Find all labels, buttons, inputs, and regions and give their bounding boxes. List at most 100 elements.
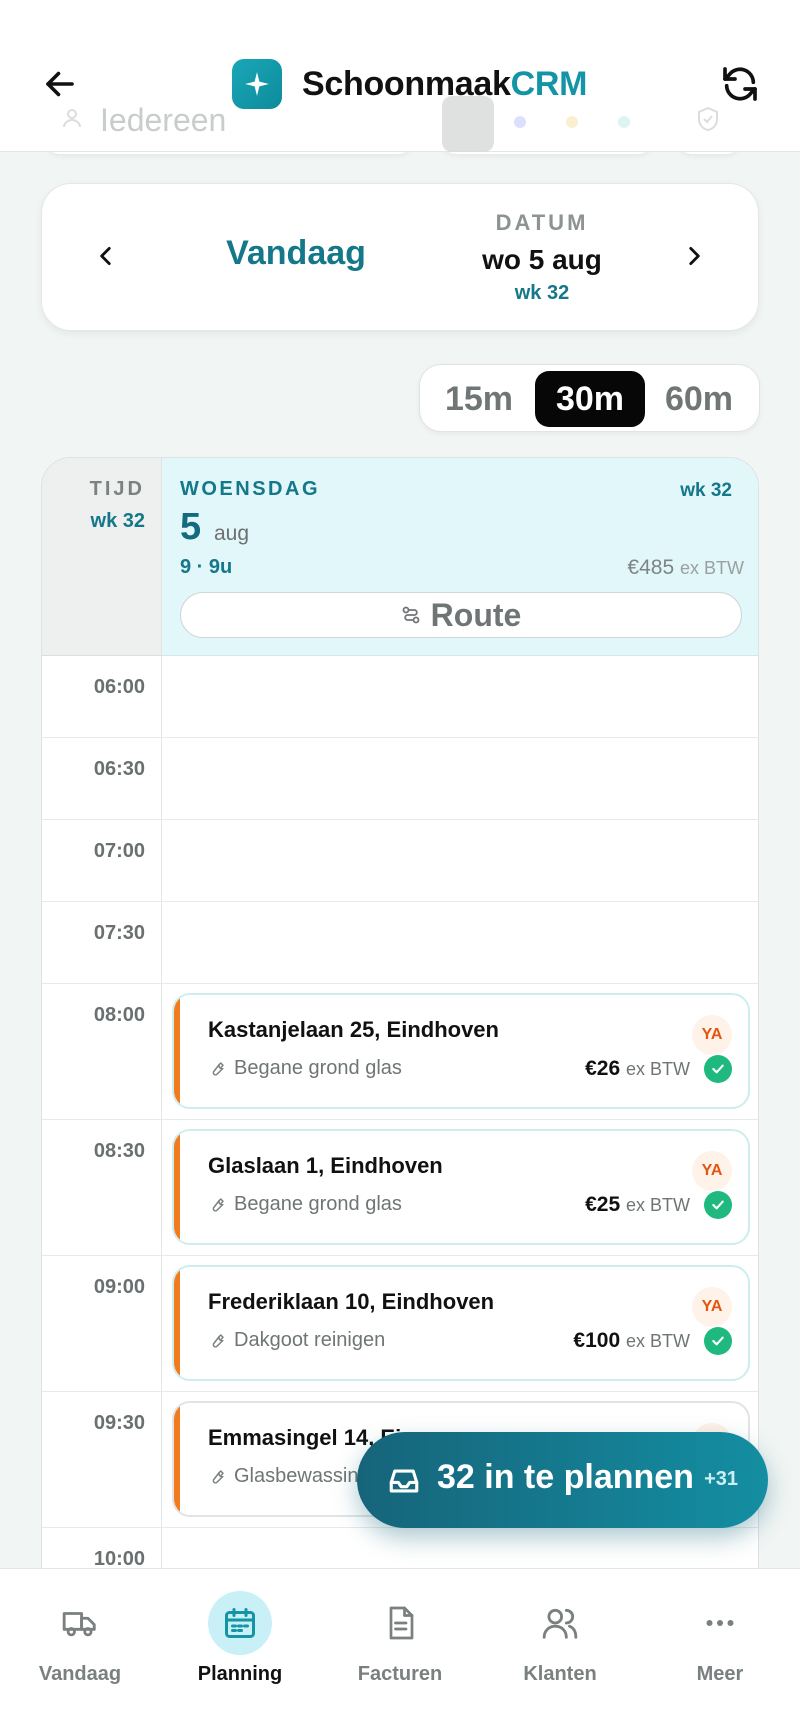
nav-facturen[interactable]: Facturen [320, 1591, 480, 1711]
appointment-service-label: Begane grond glas [234, 1057, 402, 1079]
nav-klanten[interactable]: Klanten [480, 1591, 640, 1711]
app-logo: SchoonmaakCRM [232, 58, 587, 110]
day-total-suffix: ex BTW [679, 558, 744, 578]
assignee-badge: YA [692, 1151, 732, 1191]
time-header-label: TIJD [89, 478, 145, 500]
people-filter-label: Iedereen [100, 102, 227, 138]
appointment-card[interactable]: Kastanjelaan 25, Eindhoven Begane grond … [172, 993, 750, 1109]
appointment-price: €26 ex BTW [585, 1057, 690, 1081]
time-cell: 06:30 [42, 738, 162, 819]
appointment-color-bar [174, 1131, 180, 1243]
appointment-address: Kastanjelaan 25, Eindhoven [208, 1017, 499, 1042]
check-icon [704, 1191, 732, 1219]
today-button[interactable]: Vandaag [187, 234, 405, 273]
appointment-service: Begane grond glas [208, 1057, 402, 1080]
appointment-address: Frederiklaan 10, Eindhoven [208, 1289, 495, 1314]
nav-meer[interactable]: Meer [640, 1591, 800, 1711]
day-calendar: TIJD wk 32 WOENSDAG wk 32 5 aug 9 · 9u €… [41, 457, 759, 1720]
price-amount: €26 [585, 1057, 621, 1080]
bottom-navigation: Vandaag Planning Facturen Klanten Meer [0, 1568, 800, 1720]
day-name: WOENSDAG [180, 478, 320, 500]
color-dot-yellow [566, 116, 578, 128]
calendar-icon [208, 1591, 272, 1655]
time-label: 09:00 [93, 1276, 145, 1298]
time-cell: 06:00 [42, 656, 162, 737]
chevron-left-icon [100, 247, 111, 265]
assignee-badge: YA [692, 1287, 732, 1327]
appointment-card[interactable]: Frederiklaan 10, Eindhoven Dakgoot reini… [172, 1265, 750, 1381]
users-icon [528, 1591, 592, 1655]
nav-vandaag[interactable]: Vandaag [0, 1591, 160, 1711]
price-amount: €100 [573, 1329, 621, 1352]
brand-accent: CRM [510, 64, 588, 103]
appointment-service: Glasbewassin [208, 1465, 359, 1488]
time-cell: 07:30 [42, 902, 162, 983]
color-dot-blue [514, 116, 526, 128]
appointment-service-label: Glasbewassin [234, 1465, 359, 1487]
route-button[interactable]: Route [180, 592, 742, 638]
appointment-color-bar [174, 1403, 180, 1515]
time-column-header: TIJD wk 32 [42, 458, 162, 656]
slot-30m-option[interactable]: 30m [535, 371, 645, 427]
nav-label: Vandaag [38, 1663, 122, 1685]
time-label: 08:00 [93, 1004, 145, 1026]
date-label: DATUM [495, 210, 589, 235]
unplanned-jobs-extra: +31 [704, 1468, 738, 1490]
slot-size-selector: 15m 30m 60m [419, 364, 760, 432]
check-icon [704, 1327, 732, 1355]
day-week: wk 32 [680, 480, 732, 501]
check-icon [704, 1055, 732, 1083]
appointment-address: Glaslaan 1, Eindhoven [208, 1153, 443, 1178]
price-amount: €25 [585, 1193, 621, 1216]
appointment-service: Begane grond glas [208, 1193, 402, 1216]
wrench-icon [212, 1197, 224, 1212]
wrench-icon [212, 1061, 224, 1076]
nav-label: Klanten [523, 1663, 597, 1685]
wrench-icon [212, 1333, 224, 1348]
time-cell: 08:00 [42, 984, 162, 1119]
next-day-button[interactable] [672, 234, 716, 278]
time-label: 06:30 [93, 758, 145, 780]
appointment-card[interactable]: Glaslaan 1, Eindhoven Begane grond glas … [172, 1129, 750, 1245]
day-number: 5 [180, 506, 202, 548]
slot-15m-option[interactable]: 15m [424, 371, 534, 427]
appointment-color-bar [174, 1267, 180, 1379]
arrow-left-icon [46, 71, 74, 97]
time-row: 07:30 [42, 902, 758, 984]
price-suffix: ex BTW [625, 1059, 690, 1079]
day-column-header: WOENSDAG wk 32 5 aug 9 · 9u €485 ex BTW … [162, 458, 758, 656]
previous-day-button[interactable] [84, 234, 128, 278]
nav-label: Planning [197, 1663, 283, 1685]
current-date[interactable]: wo 5 aug [402, 244, 682, 276]
appointment-price: €100 ex BTW [573, 1329, 690, 1353]
route-label: Route [430, 596, 522, 633]
time-row: 06:30 [42, 738, 758, 820]
unplanned-jobs-button[interactable]: 32 in te plannen +31 [357, 1432, 768, 1528]
time-cell: 09:30 [42, 1392, 162, 1527]
appointment-service-label: Dakgoot reinigen [234, 1329, 386, 1351]
assignee-badge: YA [692, 1015, 732, 1055]
inbox-icon [389, 1469, 419, 1493]
document-icon [368, 1591, 432, 1655]
wrench-icon [212, 1469, 224, 1484]
day-month: aug [214, 522, 250, 545]
time-row: 06:00 [42, 656, 758, 738]
time-header-week: wk 32 [90, 510, 145, 532]
time-label: 07:00 [93, 840, 145, 862]
nav-label: Meer [696, 1663, 744, 1685]
refresh-button[interactable] [710, 54, 770, 114]
current-week: wk 32 [514, 282, 570, 304]
truck-icon [48, 1591, 112, 1655]
more-icon [688, 1591, 752, 1655]
nav-planning[interactable]: Planning [160, 1591, 320, 1711]
brand-main: Schoonmaak [302, 64, 511, 103]
slot-60m-option[interactable]: 60m [644, 371, 754, 427]
back-button[interactable] [30, 54, 90, 114]
route-icon [402, 606, 420, 624]
appointment-price: €25 ex BTW [585, 1193, 690, 1217]
day-total-amount: €485 [627, 556, 675, 579]
price-suffix: ex BTW [625, 1195, 690, 1215]
appointment-color-bar [174, 995, 180, 1107]
refresh-icon [723, 67, 757, 101]
date-navigator: Vandaag DATUM wo 5 aug wk 32 [41, 183, 759, 331]
